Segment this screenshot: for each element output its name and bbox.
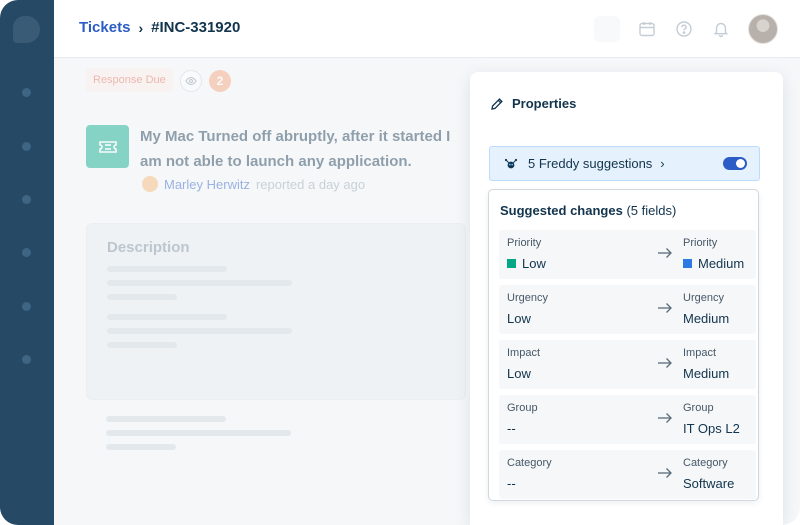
to-field-label: Category	[683, 457, 728, 469]
freddy-icon	[504, 158, 518, 168]
top-header: Tickets › #INC-331920	[54, 0, 800, 58]
ticket-details: Response Due 2 My Mac Turned off abruptl…	[54, 58, 474, 525]
skeleton-line	[106, 444, 176, 450]
chevron-right-icon: ›	[660, 156, 665, 171]
from-value: --	[507, 476, 516, 491]
nav-item-1[interactable]	[22, 88, 31, 97]
to-field-label: Urgency	[683, 292, 724, 304]
from-field-label: Category	[507, 457, 552, 469]
bell-icon[interactable]	[711, 19, 731, 39]
arrow-right-icon	[658, 303, 672, 313]
ticket-subject: My Mac Turned off abruptly, after it sta…	[140, 128, 451, 170]
suggested-changes-title: Suggested changes (5 fields)	[500, 203, 676, 218]
reporter-avatar	[142, 176, 158, 192]
to-field-label: Group	[683, 402, 714, 414]
change-row-category[interactable]: Category -- Category Software	[499, 450, 756, 499]
watch-icon[interactable]	[180, 70, 202, 92]
from-field-label: Priority	[507, 237, 542, 249]
suggested-changes-card: Suggested changes (5 fields) Priority Lo…	[488, 189, 759, 501]
to-value: Medium	[683, 256, 744, 271]
from-field-label: Urgency	[507, 292, 548, 304]
skeleton-line	[106, 416, 226, 422]
to-value: Medium	[683, 311, 730, 326]
reporter-name-link[interactable]: Marley Herwitz	[164, 177, 250, 192]
reporter-line: Marley Herwitz reported a day ago	[142, 176, 365, 192]
nav-item-4[interactable]	[22, 248, 31, 257]
status-badge: Response Due	[86, 68, 173, 92]
to-field-label: Impact	[683, 347, 717, 359]
pencil-icon	[491, 97, 503, 110]
app-window: Tickets › #INC-331920 Response Due 2 My …	[0, 0, 800, 525]
reported-time: reported a day ago	[255, 176, 366, 192]
description-title: Description	[107, 239, 190, 256]
to-value: Software	[683, 476, 735, 491]
to-value-text: Medium	[698, 256, 745, 271]
change-row-group[interactable]: Group -- Group IT Ops L2	[499, 395, 756, 444]
header-actions	[594, 14, 778, 44]
to-value: IT Ops L2	[683, 421, 740, 436]
ticket-id: #INC-331920	[151, 19, 241, 36]
change-row-impact[interactable]: Impact Low Impact Medium	[499, 340, 756, 389]
description-skeleton-line	[107, 342, 177, 348]
description-skeleton-line	[107, 294, 177, 300]
app-logo[interactable]	[13, 16, 40, 43]
from-field-label: Impact	[507, 347, 541, 359]
nav-item-5[interactable]	[22, 302, 31, 311]
priority-medium-swatch	[683, 259, 692, 268]
change-row-priority[interactable]: Priority Low Priority Medium	[499, 230, 756, 279]
skeleton-line	[106, 430, 291, 436]
suggested-changes-label: Suggested changes	[500, 203, 623, 218]
arrow-right-icon	[658, 468, 672, 478]
suggested-changes-count: (5 fields)	[626, 203, 677, 218]
from-value: Low	[507, 311, 531, 326]
breadcrumb: Tickets › #INC-331920	[79, 19, 240, 36]
nav-item-6[interactable]	[22, 355, 31, 364]
toggle-knob	[736, 159, 745, 168]
arrow-right-icon	[658, 413, 672, 423]
watchers-count-badge: 2	[209, 70, 231, 92]
from-value-text: Low	[522, 256, 546, 271]
header-placeholder-button[interactable]	[594, 16, 620, 42]
description-skeleton-line	[107, 266, 227, 272]
priority-low-swatch	[507, 259, 516, 268]
breadcrumb-separator: ›	[138, 19, 144, 36]
help-icon[interactable]	[674, 19, 694, 39]
user-avatar[interactable]	[748, 14, 778, 44]
freddy-suggestions-label: 5 Freddy suggestions	[528, 156, 653, 171]
description-skeleton-line	[107, 328, 292, 334]
description-skeleton-line	[107, 280, 292, 286]
description-card: Description	[86, 223, 466, 400]
freddy-suggestions-bar[interactable]: 5 Freddy suggestions ›	[489, 146, 760, 181]
nav-item-3[interactable]	[22, 195, 31, 204]
change-row-urgency[interactable]: Urgency Low Urgency Medium	[499, 285, 756, 334]
properties-panel: Properties 5 Freddy suggestions › Sugges…	[470, 72, 783, 525]
from-value: Low	[507, 256, 546, 271]
left-nav-rail	[0, 0, 54, 525]
ticket-icon	[86, 125, 129, 168]
breadcrumb-tickets-link[interactable]: Tickets	[79, 19, 130, 36]
from-field-label: Group	[507, 402, 538, 414]
description-skeleton-line	[107, 314, 227, 320]
to-value: Medium	[683, 366, 730, 381]
nav-item-2[interactable]	[22, 142, 31, 151]
from-value: --	[507, 421, 516, 436]
arrow-right-icon	[658, 248, 672, 258]
to-field-label: Priority	[683, 237, 718, 249]
properties-header: Properties	[490, 96, 576, 111]
arrow-right-icon	[658, 358, 672, 368]
freddy-toggle[interactable]	[723, 157, 747, 170]
properties-title: Properties	[512, 96, 577, 111]
from-value: Low	[507, 366, 531, 381]
calendar-icon[interactable]	[637, 19, 657, 39]
